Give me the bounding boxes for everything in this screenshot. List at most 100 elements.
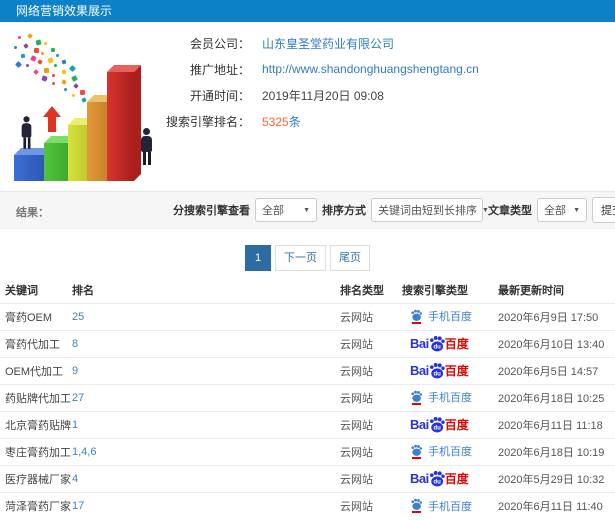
confetti-dot: [50, 47, 56, 53]
rank-link[interactable]: 9: [72, 365, 78, 377]
keyword-cell: OEM代加工: [0, 356, 72, 384]
update-time-cell: 2020年6月18日 10:25: [498, 383, 615, 411]
update-time-cell: 2020年6月11日 11:18: [498, 410, 615, 438]
column-header-3: 搜索引擎类型: [402, 284, 468, 297]
column-header-4: 最新更新时间: [498, 284, 564, 297]
rank-type-cell: 云网站: [340, 410, 402, 438]
engine-rank-value: 5325条: [262, 113, 301, 130]
rank-type-cell: 云网站: [340, 383, 402, 411]
confetti-dot: [61, 59, 67, 65]
table-row: OEM代加工 9 云网站 Bai du 百度 2020年6月5日 14:57: [0, 356, 615, 384]
confetti-dot: [20, 53, 26, 59]
baidu-logo: Bai du 百度: [410, 470, 469, 487]
confetti-dot: [43, 67, 50, 74]
engine-filter-label: 分搜索引擎查看: [173, 205, 250, 217]
confetti-dot: [14, 60, 23, 69]
caret-down-icon: ▼: [573, 206, 580, 214]
svg-text:du: du: [433, 344, 441, 350]
table-row: 膏药代加工 8 云网站 Bai du 百度 2020年6月10日 13:40: [0, 329, 615, 357]
rank-link[interactable]: 1: [72, 419, 78, 431]
next-page-button[interactable]: 下一页: [275, 245, 326, 271]
rank-type-cell: 云网站: [340, 302, 402, 330]
keyword-cell: 膏药代加工: [0, 329, 72, 357]
sort-select[interactable]: 关键词由短到长排序 ▼: [371, 198, 489, 222]
rank-cell: 9: [72, 356, 340, 384]
table-row: 北京膏药贴牌 1 云网站 Bai du 百度 2020年6月11日 11:18: [0, 410, 615, 438]
confetti-dot: [47, 57, 54, 64]
table-row: 药贴牌代加工 27 云网站 手机百度 2020年6月18日 10:25: [0, 383, 615, 411]
rank-link[interactable]: 4: [72, 473, 78, 485]
filter-controls: 分搜索引擎查看 全部 ▼ 排序方式 关键词由短到长排序 ▼ 文章类型 全部 ▼ …: [173, 192, 615, 228]
rank-cell: 25: [72, 302, 340, 330]
confetti-dot: [35, 39, 42, 46]
mobile-baidu-paw-icon: [410, 390, 423, 405]
rank-type-cell: 云网站: [340, 437, 402, 465]
update-time-cell: 2020年6月9日 17:50: [498, 302, 615, 330]
confetti-dot: [13, 45, 18, 50]
confetti-dot: [51, 73, 56, 78]
confetti-dot: [23, 43, 29, 49]
rank-cell: 1,4,6: [72, 437, 340, 465]
mobile-baidu-logo: 手机百度: [410, 389, 472, 405]
engine-type-cell: 手机百度: [402, 383, 498, 411]
column-header-0: 关键词: [5, 284, 38, 297]
rank-link[interactable]: 27: [72, 392, 84, 404]
article-type-select[interactable]: 全部 ▼: [537, 198, 587, 222]
page-button-current[interactable]: 1: [245, 245, 271, 271]
last-page-button[interactable]: 尾页: [330, 245, 370, 271]
rank-link[interactable]: 8: [72, 338, 78, 350]
confetti-dot: [79, 89, 86, 96]
keyword-cell: 药贴牌代加工: [0, 383, 72, 411]
table-row: 菏泽膏药厂家 17 云网站 手机百度 2020年6月11日 11:40: [0, 491, 615, 519]
rank-link[interactable]: 25: [72, 311, 84, 323]
sort-select-value: 关键词由短到长排序: [378, 205, 477, 217]
rank-cell: 17: [72, 491, 340, 519]
article-type-select-value: 全部: [544, 205, 566, 217]
mobile-baidu-paw-icon: [410, 498, 423, 513]
baidu-logo: Bai du 百度: [410, 335, 469, 353]
businessman-figure-left: [21, 116, 32, 149]
rank-link[interactable]: 1,4,6: [72, 446, 96, 458]
update-time-cell: 2020年6月18日 10:19: [498, 437, 615, 465]
up-arrow-icon: [43, 106, 61, 132]
open-time-label: 开通时间：: [189, 88, 250, 103]
mobile-baidu-logo: 手机百度: [410, 498, 472, 514]
confetti-dot: [73, 83, 79, 89]
confetti-dot: [33, 69, 39, 75]
engine-rank-row: 搜索引擎排名： 5325条: [150, 108, 615, 134]
rank-type-cell: 云网站: [340, 356, 402, 384]
confetti-dot: [51, 81, 56, 86]
mobile-baidu-logo: 手机百度: [410, 443, 472, 459]
pagination: 1 下一页 尾页: [0, 245, 615, 271]
page-header: 网络营销效果展示: [0, 0, 615, 22]
keyword-cell: 枣庄膏药加工: [0, 437, 72, 465]
update-time-cell: 2020年5月29日 10:32: [498, 464, 615, 492]
svg-text:du: du: [433, 371, 441, 377]
keyword-cell: 北京膏药贴牌: [0, 410, 72, 438]
result-label: 结果：: [16, 207, 49, 219]
mobile-baidu-logo: 手机百度: [410, 308, 472, 324]
mobile-baidu-paw-icon: [410, 309, 423, 324]
keyword-cell: 菏泽膏药厂家: [0, 491, 72, 519]
confetti-dot: [63, 87, 68, 92]
company-link[interactable]: 山东皇圣堂药业有限公司: [262, 35, 394, 52]
confetti-dot: [53, 63, 58, 68]
promotion-url-row: 推广地址： http://www.shandonghuangshengtang.…: [150, 56, 615, 82]
rank-cell: 8: [72, 329, 340, 357]
engine-type-cell: 手机百度: [402, 302, 498, 330]
submit-button[interactable]: 提交: [592, 197, 615, 223]
businessman-figure-right: [141, 128, 152, 165]
rank-unit: 条: [288, 114, 301, 129]
baidu-paw-icon: du: [428, 335, 446, 353]
confetti-dot: [71, 75, 78, 82]
promotion-url-link[interactable]: http://www.shandonghuangshengtang.cn: [262, 62, 479, 76]
rank-cell: 1: [72, 410, 340, 438]
rank-type-cell: 云网站: [340, 329, 402, 357]
rank-link[interactable]: 17: [72, 500, 84, 512]
member-details: 会员公司： 山东皇圣堂药业有限公司 推广地址： http://www.shand…: [150, 30, 615, 134]
engine-select[interactable]: 全部 ▼: [255, 198, 317, 222]
table-row: 膏药OEM 25 云网站 手机百度 2020年6月9日 17:50: [0, 302, 615, 330]
engine-type-cell: 手机百度: [402, 491, 498, 519]
engine-type-cell: Bai du 百度: [402, 356, 498, 384]
confetti-dot: [43, 41, 48, 46]
